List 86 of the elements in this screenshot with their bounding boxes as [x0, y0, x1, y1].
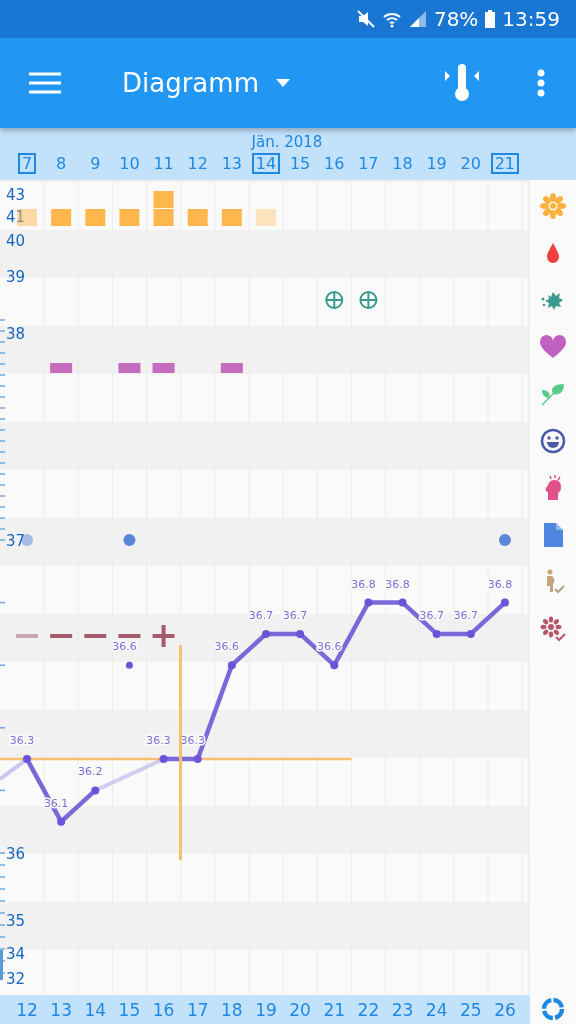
more-icon[interactable] — [537, 69, 545, 97]
day-label[interactable]: 14 — [251, 153, 281, 174]
day-label[interactable]: 8 — [52, 153, 71, 174]
data-label: 36.7 — [248, 608, 274, 622]
day-label[interactable]: 13 — [217, 153, 246, 174]
axis-label: 14 — [84, 1000, 107, 1020]
data-label: 36.3 — [9, 734, 35, 748]
day-label[interactable]: 17 — [354, 153, 383, 174]
axis-label: 24 — [425, 1000, 448, 1020]
heart-icon[interactable] — [539, 334, 567, 360]
scale-label: 39 — [6, 268, 26, 286]
square-marker — [256, 209, 276, 226]
smiley-icon[interactable] — [540, 428, 566, 454]
data-label: 36.7 — [419, 608, 444, 622]
day-label[interactable]: 11 — [149, 153, 178, 174]
axis-label: 12 — [16, 1000, 38, 1020]
axis-label: 22 — [357, 1000, 380, 1020]
scale-label: 36 — [6, 845, 26, 863]
data-point — [262, 629, 270, 638]
data-point — [57, 817, 66, 826]
data-label: 36.6 — [112, 640, 137, 654]
scale-label: 35 — [6, 912, 26, 930]
day-label[interactable]: 12 — [183, 153, 212, 174]
data-label: 36.8 — [487, 577, 513, 591]
data-point — [296, 629, 305, 638]
document-icon[interactable] — [542, 522, 564, 548]
day-label[interactable]: 9 — [86, 153, 105, 174]
caret-icon — [274, 78, 291, 88]
scale-label: 43 — [6, 186, 26, 204]
day-label[interactable]: 19 — [422, 153, 451, 174]
data-point — [227, 661, 236, 670]
day-label[interactable]: 7 — [17, 153, 37, 174]
flower-icon[interactable] — [540, 193, 566, 219]
data-point — [398, 598, 407, 607]
thermometer-icon[interactable] — [445, 63, 479, 103]
axis-label: 18 — [221, 1000, 243, 1020]
data-point — [364, 598, 373, 607]
axis-label: 25 — [460, 1000, 482, 1020]
data-point — [193, 755, 202, 764]
minus-marker — [16, 634, 38, 638]
scale-label: 32 — [6, 970, 26, 988]
menu-icon[interactable] — [29, 72, 61, 94]
battery-icon — [484, 9, 497, 29]
scale-label: 41 — [6, 208, 26, 226]
day-label[interactable]: 15 — [285, 153, 315, 174]
data-point — [500, 598, 509, 607]
data-point — [91, 786, 100, 795]
data-label: 36.7 — [282, 608, 308, 622]
day-label[interactable]: 16 — [320, 153, 349, 174]
title-dropdown[interactable]: Diagramm — [122, 68, 291, 98]
day-label[interactable]: 21 — [490, 153, 519, 174]
data-label: 36.8 — [351, 577, 376, 591]
refresh-icon[interactable] — [541, 997, 565, 1021]
data-point — [159, 755, 168, 764]
leaf-icon[interactable] — [540, 381, 566, 407]
axis-label: 16 — [152, 1000, 175, 1020]
scale-label: 38 — [6, 325, 26, 343]
day-label[interactable]: 10 — [115, 153, 144, 174]
battery-percentage: 78% — [433, 7, 479, 31]
data-label: 36.7 — [453, 608, 479, 622]
scale-label: 34 — [6, 945, 26, 963]
data-label: 36.3 — [146, 734, 171, 748]
axis-label: 19 — [255, 1000, 277, 1020]
data-label: 36.2 — [78, 765, 103, 779]
data-point — [23, 755, 31, 764]
clock: 13:59 — [502, 7, 560, 31]
day-label[interactable]: 20 — [456, 153, 485, 174]
month-label: Jän. 2018 — [251, 133, 323, 151]
scale-label: 37 — [6, 532, 26, 550]
data-point — [432, 629, 441, 638]
data-label: 36.6 — [214, 640, 240, 654]
axis-label: 21 — [323, 1000, 346, 1020]
axis-label: 17 — [186, 1000, 209, 1020]
data-point — [466, 629, 475, 638]
day-label[interactable]: 18 — [388, 153, 417, 174]
axis-label: 15 — [118, 1000, 141, 1020]
axis-label: 20 — [289, 1000, 311, 1020]
flower-check-icon[interactable] — [540, 616, 566, 642]
mute-icon — [355, 9, 376, 29]
data-point — [330, 661, 339, 670]
data-label: 36.6 — [317, 640, 342, 654]
data-label: 36.8 — [385, 577, 410, 591]
scale-label: 40 — [6, 232, 26, 250]
axis-label: 23 — [391, 1000, 414, 1020]
axis-label: 13 — [50, 1000, 72, 1020]
axis-label: 26 — [494, 1000, 516, 1020]
